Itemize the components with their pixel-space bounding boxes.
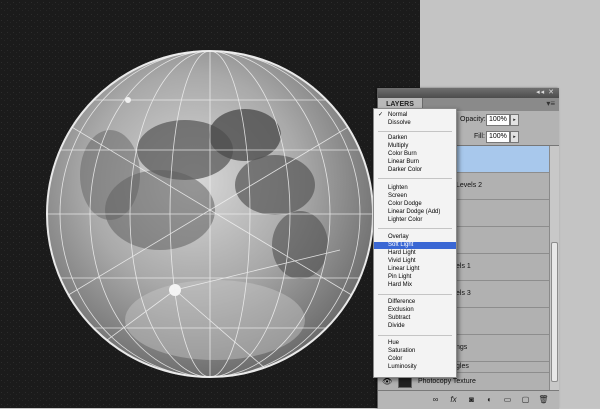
menu-item-hue[interactable]: Hue xyxy=(388,340,399,347)
layer-name: ngs xyxy=(456,344,468,351)
menu-item-dissolve[interactable]: Dissolve xyxy=(388,120,411,127)
panel-titlebar[interactable]: ◂◂ ✕ xyxy=(378,88,559,98)
menu-item-normal[interactable]: Normal xyxy=(388,112,407,119)
menu-item-subtract[interactable]: Subtract xyxy=(388,315,410,322)
mask-icon[interactable]: ◙ xyxy=(466,394,477,405)
menu-item-vivid-light[interactable]: Vivid Light xyxy=(388,258,416,265)
menu-item-divide[interactable]: Divide xyxy=(388,323,405,330)
menu-item-lighter-color[interactable]: Lighter Color xyxy=(388,217,422,224)
opacity-input[interactable]: 100% xyxy=(486,114,510,126)
menu-item-luminosity[interactable]: Luminosity xyxy=(388,364,417,371)
menu-item-linear-dodge[interactable]: Linear Dodge (Add) xyxy=(388,209,440,216)
menu-separator xyxy=(378,335,452,336)
trash-icon[interactable]: 🗑 xyxy=(538,394,549,405)
checkmark-icon: ✓ xyxy=(378,112,384,118)
menu-item-screen[interactable]: Screen xyxy=(388,193,407,200)
fx-icon[interactable]: fx xyxy=(448,394,459,405)
menu-item-overlay[interactable]: Overlay xyxy=(388,234,409,241)
menu-item-multiply[interactable]: Multiply xyxy=(388,143,408,150)
layer-name: gles xyxy=(456,363,469,370)
menu-item-soft-light[interactable]: Soft Light xyxy=(374,242,456,249)
menu-separator xyxy=(378,228,452,229)
collapse-icon[interactable]: ◂◂ ✕ xyxy=(536,89,555,97)
fill-dropdown-icon[interactable]: ▸ xyxy=(510,131,519,143)
new-layer-icon[interactable]: ▢ xyxy=(520,394,531,405)
layer-name: Levels 2 xyxy=(456,182,483,189)
layer-name: Photocopy Texture xyxy=(418,378,476,385)
menu-item-hard-mix[interactable]: Hard Mix xyxy=(388,282,412,289)
layer-name: els 1 xyxy=(456,263,471,270)
menu-item-pin-light[interactable]: Pin Light xyxy=(388,274,411,281)
group-icon[interactable]: ▭ xyxy=(502,394,513,405)
menu-item-darker-color[interactable]: Darker Color xyxy=(388,167,422,174)
adjustment-icon[interactable]: ◐ xyxy=(484,394,495,405)
document-canvas[interactable] xyxy=(0,0,420,408)
layer-list-scrollbar[interactable] xyxy=(549,146,559,390)
menu-item-color-burn[interactable]: Color Burn xyxy=(388,151,417,158)
menu-item-lighten[interactable]: Lighten xyxy=(388,185,408,192)
menu-separator xyxy=(378,178,452,179)
visibility-eye-icon[interactable]: 👁 xyxy=(382,377,392,386)
fill-label: Fill: xyxy=(474,133,485,140)
menu-item-color[interactable]: Color xyxy=(388,356,402,363)
moon-artwork xyxy=(0,0,420,408)
menu-separator xyxy=(378,294,452,295)
blend-mode-menu: ✓ Normal Dissolve Darken Multiply Color … xyxy=(373,108,457,378)
opacity-dropdown-icon[interactable]: ▸ xyxy=(510,114,519,126)
opacity-label: Opacity: xyxy=(460,116,486,123)
layer-name: els 3 xyxy=(456,290,471,297)
menu-item-exclusion[interactable]: Exclusion xyxy=(388,307,414,314)
link-icon[interactable]: ∞ xyxy=(430,394,441,405)
menu-item-color-dodge[interactable]: Color Dodge xyxy=(388,201,422,208)
menu-item-hard-light[interactable]: Hard Light xyxy=(388,250,416,257)
menu-item-darken[interactable]: Darken xyxy=(388,135,407,142)
scrollbar-thumb[interactable] xyxy=(551,242,558,382)
menu-item-linear-burn[interactable]: Linear Burn xyxy=(388,159,419,166)
fill-input[interactable]: 100% xyxy=(486,131,510,143)
menu-item-linear-light[interactable]: Linear Light xyxy=(388,266,419,273)
menu-separator xyxy=(378,131,452,132)
menu-item-saturation[interactable]: Saturation xyxy=(388,348,415,355)
panel-menu-icon[interactable]: ▾≡ xyxy=(546,99,555,108)
panel-footer: ∞ fx ◙ ◐ ▭ ▢ 🗑 xyxy=(378,390,559,409)
menu-item-difference[interactable]: Difference xyxy=(388,299,415,306)
